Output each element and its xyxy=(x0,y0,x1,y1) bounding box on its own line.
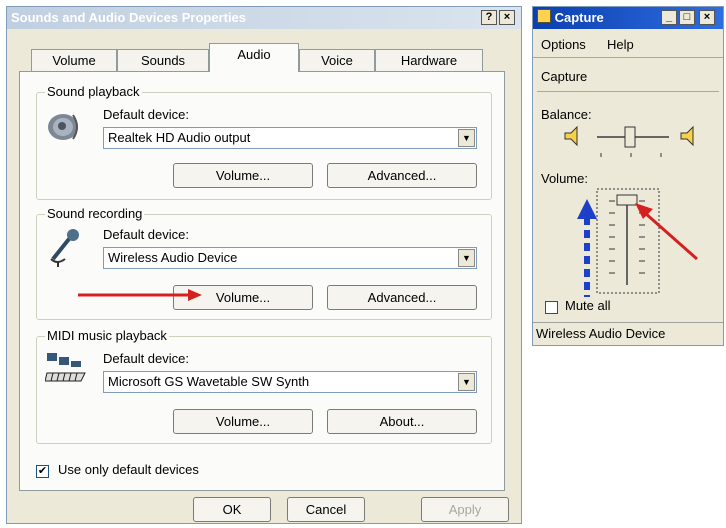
status-text: Wireless Audio Device xyxy=(536,326,666,341)
capture-window: Capture _ □ × Options Help Capture Balan… xyxy=(532,6,724,346)
group-label: Sound recording xyxy=(45,206,145,221)
menu-divider xyxy=(533,57,723,58)
audio-tab-panel: Sound playback Default device: Realtek H… xyxy=(19,71,505,491)
use-only-default-checkbox[interactable]: ✔ xyxy=(36,465,49,478)
midi-volume-button[interactable]: Volume... xyxy=(173,409,313,434)
default-device-label: Default device: xyxy=(103,351,189,366)
sound-recording-group: Sound recording Default device: Wireless… xyxy=(36,206,492,320)
section-title: Capture xyxy=(541,69,588,84)
annotation-blue-arrow xyxy=(577,199,597,297)
recording-device-select[interactable]: Wireless Audio Device ▼ xyxy=(103,247,477,269)
midi-playback-group: MIDI music playback Default device: Micr… xyxy=(36,328,492,444)
close-button[interactable]: × xyxy=(499,10,515,25)
group-label: MIDI music playback xyxy=(45,328,169,343)
tab-voice[interactable]: Voice xyxy=(299,49,375,71)
tab-audio[interactable]: Audio xyxy=(209,43,299,72)
menu-help[interactable]: Help xyxy=(607,37,634,52)
sound-playback-group: Sound playback Default device: Realtek H… xyxy=(36,84,492,200)
group-label: Sound playback xyxy=(45,84,142,99)
tab-hardware[interactable]: Hardware xyxy=(375,49,483,71)
default-device-label: Default device: xyxy=(103,227,189,242)
divider xyxy=(537,91,719,92)
sound-properties-window: Sounds and Audio Devices Properties ? × … xyxy=(6,6,522,524)
mute-all-checkbox[interactable] xyxy=(545,301,558,314)
annotation-red-arrow xyxy=(78,289,202,301)
ok-button[interactable]: OK xyxy=(193,497,271,522)
cancel-button[interactable]: Cancel xyxy=(287,497,365,522)
minimize-button[interactable]: _ xyxy=(661,10,677,25)
status-bar: Wireless Audio Device xyxy=(533,322,723,345)
midi-device-select[interactable]: Microsoft GS Wavetable SW Synth ▼ xyxy=(103,371,477,393)
selected-value: Realtek HD Audio output xyxy=(108,130,251,145)
selected-value: Microsoft GS Wavetable SW Synth xyxy=(108,374,310,389)
playback-advanced-button[interactable]: Advanced... xyxy=(327,163,477,188)
speaker-icon xyxy=(48,114,78,140)
recording-advanced-button[interactable]: Advanced... xyxy=(327,285,477,310)
annotation-red-arrow xyxy=(635,203,698,261)
chevron-down-icon[interactable]: ▼ xyxy=(458,249,475,267)
apply-button: Apply xyxy=(421,497,509,522)
menu-options[interactable]: Options xyxy=(541,37,586,52)
window-title: Sounds and Audio Devices Properties xyxy=(11,10,247,25)
window-title: Capture xyxy=(554,10,604,25)
help-button[interactable]: ? xyxy=(481,10,497,25)
selected-value: Wireless Audio Device xyxy=(108,250,238,265)
midi-about-button[interactable]: About... xyxy=(327,409,477,434)
balance-label: Balance: xyxy=(541,107,592,122)
mute-all-label: Mute all xyxy=(565,298,611,313)
chevron-down-icon[interactable]: ▼ xyxy=(458,129,475,147)
tab-volume[interactable]: Volume xyxy=(31,49,117,71)
balance-slider[interactable] xyxy=(561,123,711,163)
playback-volume-button[interactable]: Volume... xyxy=(173,163,313,188)
volume-label: Volume: xyxy=(541,171,588,186)
tab-sounds[interactable]: Sounds xyxy=(117,49,209,71)
use-only-default-label: Use only default devices xyxy=(58,462,199,477)
default-device-label: Default device: xyxy=(103,107,189,122)
close-button[interactable]: × xyxy=(699,10,715,25)
playback-device-select[interactable]: Realtek HD Audio output ▼ xyxy=(103,127,477,149)
window-title-bar[interactable]: Sounds and Audio Devices Properties xyxy=(7,7,521,29)
chevron-down-icon[interactable]: ▼ xyxy=(458,373,475,391)
speaker-app-icon xyxy=(537,9,551,23)
midi-keyboard-icon xyxy=(45,353,86,382)
maximize-button[interactable]: □ xyxy=(679,10,695,25)
microphone-icon xyxy=(50,229,79,267)
